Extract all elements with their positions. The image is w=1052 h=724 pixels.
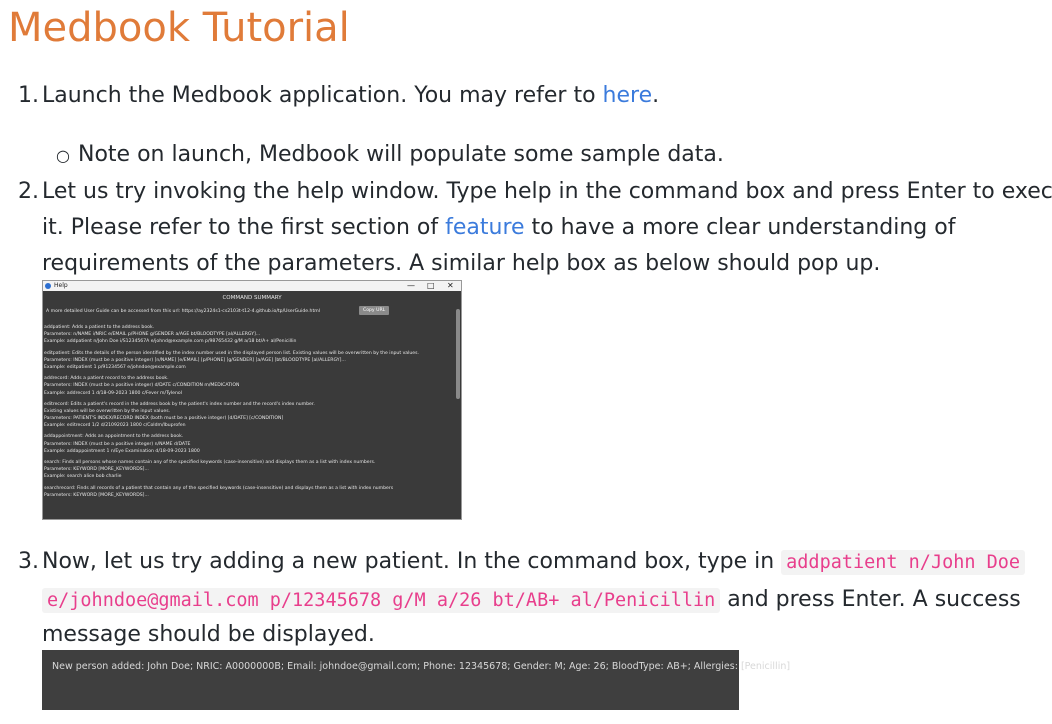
help-line: Example: editpatient 1 p/91234567 e/john… bbox=[44, 364, 186, 370]
help-line: Parameters: INDEX (must be a positive in… bbox=[44, 383, 240, 389]
help-line: editpatient: Edits the details of the pe… bbox=[44, 350, 419, 356]
step-1-note: Note on launch, Medbook will populate so… bbox=[78, 142, 724, 167]
result-display-screenshot: New person added: John Doe; NRIC: A00000… bbox=[42, 650, 790, 710]
step-1-text: Launch the Medbook application. You may … bbox=[42, 83, 659, 108]
help-line: Example: addpatient n/John Doe i/S123456… bbox=[44, 339, 297, 345]
step-2-line-1: Let us try invoking the help window. Typ… bbox=[42, 179, 1052, 204]
help-line: Example: addrecord 1 d/18-09-2023 1800 c… bbox=[44, 390, 182, 396]
help-line: Example: addappointment 1 n/Eye Examinat… bbox=[44, 448, 200, 454]
help-window-titlebar: Help — □ ✕ bbox=[43, 281, 461, 291]
help-line: addappointment: Adds an appointment to t… bbox=[44, 434, 184, 440]
code-command-part-1: addpatient n/John Doe bbox=[781, 550, 1026, 575]
step-1-text-after: . bbox=[652, 83, 660, 108]
help-line: Parameters: n/NAME i/NRIC e/EMAIL p/PHON… bbox=[44, 332, 261, 338]
page-title: Medbook Tutorial bbox=[8, 5, 350, 51]
step-3-line-3: message should be displayed. bbox=[42, 622, 375, 647]
help-line: addpatient: Adds a patient to the addres… bbox=[44, 325, 155, 330]
copy-url-button: Copy URL bbox=[359, 306, 390, 315]
minimize-icon: — bbox=[407, 281, 415, 290]
step-3-line-1-text: Now, let us try adding a new patient. In… bbox=[42, 549, 782, 574]
help-line: Parameters: KEYWORD [MORE_KEYWORDS]... bbox=[44, 467, 149, 473]
close-icon: ✕ bbox=[447, 281, 454, 290]
command-summary-heading: COMMAND SUMMARY bbox=[222, 295, 282, 301]
step-3-line-2: e/johndoe@gmail.com p/12345678 g/M a/26 … bbox=[42, 587, 1021, 613]
here-link[interactable]: here bbox=[603, 83, 653, 108]
help-line: search: Finds all persons whose names co… bbox=[44, 460, 376, 465]
step-3-line-1: Now, let us try adding a new patient. In… bbox=[42, 549, 1026, 575]
help-line: Parameters: INDEX (must be a positive in… bbox=[44, 441, 191, 447]
user-guide-url-text: A more detailed User Guide can be access… bbox=[46, 309, 321, 314]
help-window-title: Help bbox=[54, 282, 68, 289]
step-3-line-2-after: and press Enter. A success bbox=[720, 587, 1021, 612]
maximize-icon: □ bbox=[427, 281, 435, 290]
help-line: Example: search alice bob charlie bbox=[44, 474, 122, 480]
help-command-list: addpatient: Adds a patient to the addres… bbox=[44, 324, 454, 499]
help-line: editrecord: Edits a patient's record in … bbox=[44, 401, 315, 407]
help-line: Parameters: INDEX (must be a positive in… bbox=[44, 357, 346, 363]
step-1-text-before: Launch the Medbook application. You may … bbox=[42, 83, 603, 108]
bullet-circle-icon: ○ bbox=[56, 146, 70, 165]
help-window-screenshot: Help — □ ✕ COMMAND SUMMARY A more detail… bbox=[42, 280, 462, 520]
result-message: New person added: John Doe; NRIC: A00000… bbox=[52, 661, 791, 672]
step-1-number: 1. bbox=[18, 83, 39, 108]
step-2-line-2-after: to have a more clear understanding of bbox=[524, 215, 956, 240]
help-line: Parameters: KEYWORD [MORE_KEYWORDS]... bbox=[44, 492, 149, 498]
help-line: Parameters: PATIENT'S INDEX/RECORD INDEX… bbox=[44, 416, 284, 422]
step-2-line-2-before: it. Please refer to the first section of bbox=[42, 215, 446, 240]
step-3-number: 3. bbox=[18, 549, 39, 574]
step-2-line-3: requirements of the parameters. A simila… bbox=[42, 251, 881, 276]
step-2-line-2: it. Please refer to the first section of… bbox=[42, 215, 955, 240]
help-app-icon bbox=[45, 283, 51, 289]
help-line: searchrecord: Finds all records of a pat… bbox=[44, 485, 394, 491]
help-line: addrecord: Adds a patient record to the … bbox=[44, 376, 169, 382]
feature-link[interactable]: feature bbox=[445, 215, 524, 240]
help-line: Example: editrecord 1/2 d/21092023 1800 … bbox=[44, 423, 186, 429]
step-2-number: 2. bbox=[18, 179, 39, 204]
help-scrollbar bbox=[456, 309, 460, 399]
help-line: Existing values will be overwritten by t… bbox=[44, 408, 171, 414]
code-command-part-2: e/johndoe@gmail.com p/12345678 g/M a/26 … bbox=[42, 588, 721, 613]
